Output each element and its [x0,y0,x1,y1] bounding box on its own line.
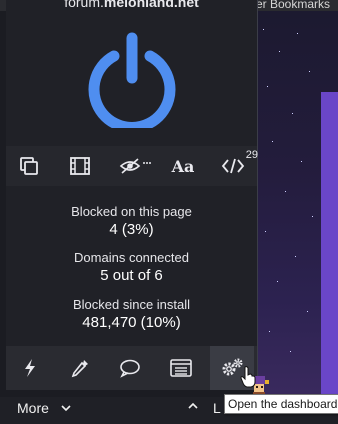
code-icon [221,158,245,174]
film-icon [70,157,90,175]
chat-bubble-icon [120,359,140,378]
report-button[interactable] [108,346,152,390]
hand-cursor-icon [240,366,256,388]
power-toggle-button[interactable] [84,32,180,133]
more-label: More [17,400,49,416]
picker-button[interactable] [58,346,102,390]
eye-slash-icon [119,158,151,174]
scripts-toggle-button[interactable]: 29 [218,149,258,180]
logger-button[interactable] [159,346,203,390]
element-picker-icon [20,157,38,175]
chevron-down-icon [61,404,71,411]
blocker-popup: forum.melonland.net Aa 29 Blocked on thi… [6,0,258,390]
lightning-icon [25,359,35,377]
bookmarks-label[interactable]: er Bookmarks [256,0,330,11]
more-toggle[interactable]: More [17,400,71,416]
stat-label: Domains connected [74,250,189,265]
power-icon [88,32,176,133]
list-icon [170,359,192,377]
page-hostname: forum.melonland.net [64,0,199,10]
less-label[interactable]: L [213,400,221,416]
scripts-count-badge: 29 [245,149,258,161]
stat-label: Blocked since install [72,297,191,312]
eyedropper-icon [71,360,88,378]
element-picker-button[interactable] [14,152,44,180]
zapper-button[interactable] [8,346,52,390]
fonts-toggle-button[interactable]: Aa [168,152,198,180]
stat-value: 4 (3%) [109,221,154,238]
stat-value: 481,470 (10%) [82,314,181,331]
stat-value: 5 out of 6 [100,267,163,284]
media-toggle-button[interactable] [65,152,95,180]
webpage-sidebar-panel [321,92,338,397]
fonts-icon: Aa [171,156,195,176]
stat-label: Blocked on this page [71,204,192,219]
per-site-switches: Aa 29 [6,146,258,186]
dashboard-tooltip: Open the dashboard [224,394,338,414]
chevron-up-icon[interactable] [188,402,198,409]
popup-actions [6,346,257,390]
cosmetic-filter-button[interactable] [118,152,154,180]
